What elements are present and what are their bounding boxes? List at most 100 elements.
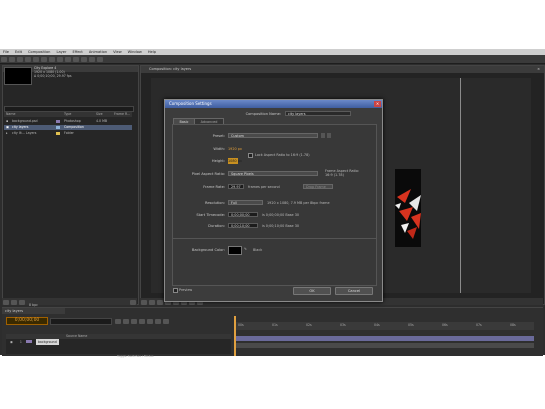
drop-frame-dropdown[interactable]: Drop Frame bbox=[303, 184, 333, 189]
save-preset-icon[interactable] bbox=[321, 133, 325, 138]
rotate-tool-icon[interactable] bbox=[25, 56, 31, 62]
lock-aspect-label: Lock Aspect Ratio to 16:9 (1.78) bbox=[255, 153, 310, 157]
frame-blending-icon[interactable] bbox=[139, 318, 145, 324]
start-timecode-label: Start Timecode: bbox=[196, 213, 225, 217]
folder-icon: ▸ bbox=[6, 131, 8, 135]
layer-row[interactable]: ◉ 1 background bbox=[6, 339, 231, 345]
brush-tool-icon[interactable] bbox=[73, 56, 79, 62]
column-size[interactable]: Size bbox=[96, 112, 103, 117]
layer-label-swatch[interactable] bbox=[25, 340, 32, 343]
row-type: Photoshop bbox=[64, 119, 81, 123]
guide-line[interactable] bbox=[460, 78, 461, 293]
camera-tool-icon[interactable] bbox=[33, 56, 39, 62]
eraser-tool-icon[interactable] bbox=[89, 56, 95, 62]
project-row[interactable]: ▣ city layers Composition bbox=[4, 125, 132, 130]
resolution-label: Resolution: bbox=[205, 201, 225, 205]
preset-dropdown[interactable]: Custom bbox=[228, 133, 318, 138]
magnification-icon[interactable] bbox=[141, 299, 147, 305]
pixel-aspect-label: Pixel Aspect Ratio: bbox=[191, 172, 225, 176]
shy-layers-icon[interactable] bbox=[131, 318, 137, 324]
ruler-tick: 02s bbox=[306, 323, 312, 327]
text-tool-icon[interactable] bbox=[65, 56, 71, 62]
puppet-tool-icon[interactable] bbox=[97, 56, 103, 62]
comp-name-label: Composition Name: bbox=[245, 112, 281, 116]
interpret-footage-icon[interactable] bbox=[3, 299, 9, 305]
height-value[interactable]: 1080 px bbox=[228, 159, 242, 163]
frame-rate-field[interactable]: 29.97 bbox=[228, 184, 244, 189]
toggle-switches-modes[interactable]: Toggle Switches / Modes bbox=[117, 354, 154, 358]
pan-behind-tool-icon[interactable] bbox=[41, 56, 47, 62]
start-timecode-field[interactable]: 0;00;00;00 bbox=[228, 212, 258, 217]
preview-checkbox[interactable] bbox=[173, 288, 178, 293]
project-row[interactable]: ▸ city lit... Layers Folder bbox=[4, 131, 132, 136]
draft-3d-icon[interactable] bbox=[123, 318, 129, 324]
comp-name-field[interactable]: city layers bbox=[285, 111, 351, 116]
basic-settings-panel: Preset: Custom Width: 1920 px Lock Aspec… bbox=[172, 124, 377, 286]
timeline-tab[interactable]: city layers bbox=[2, 308, 65, 314]
eyedropper-icon[interactable]: ✎ bbox=[244, 247, 247, 251]
timeline-switches bbox=[114, 317, 170, 326]
label-color-swatch[interactable] bbox=[56, 132, 60, 135]
composition-tab[interactable]: Composition: city layers bbox=[141, 67, 191, 71]
work-area-bar[interactable] bbox=[234, 336, 534, 341]
pen-tool-icon[interactable] bbox=[57, 56, 63, 62]
mask-tool-icon[interactable] bbox=[49, 56, 55, 62]
new-composition-icon[interactable] bbox=[19, 299, 25, 305]
visibility-icon[interactable]: ◉ bbox=[10, 340, 13, 344]
current-time-indicator[interactable] bbox=[234, 316, 236, 356]
label-color-swatch[interactable] bbox=[56, 120, 60, 123]
layer-duration-bar[interactable] bbox=[234, 343, 534, 348]
column-type[interactable]: Type bbox=[64, 112, 71, 117]
row-size: 4.0 MB bbox=[96, 119, 108, 123]
graph-editor-icon[interactable] bbox=[163, 318, 169, 324]
row-name: city layers bbox=[12, 125, 29, 129]
motion-blur-icon[interactable] bbox=[147, 318, 153, 324]
comp-mini-flowchart-icon[interactable] bbox=[115, 318, 121, 324]
viewer-tab-bar: Composition: city layers × bbox=[141, 66, 544, 73]
selection-tool-icon[interactable] bbox=[1, 56, 7, 62]
ruler-tick: 03s bbox=[340, 323, 346, 327]
label-color-swatch[interactable] bbox=[56, 126, 60, 129]
resolution-info: 1920 x 1080, 7.9 MB per 8bpc frame bbox=[267, 201, 330, 205]
duration-info: is 0;00;10;00 Base 30 bbox=[262, 224, 300, 228]
ruler-tick: 00s bbox=[238, 323, 244, 327]
duration-field[interactable]: 0;00;10;00 bbox=[228, 223, 258, 228]
row-name: city lit... Layers bbox=[12, 131, 37, 135]
ruler-tick: 04s bbox=[374, 323, 380, 327]
background-color-swatch[interactable] bbox=[228, 246, 242, 255]
cancel-button[interactable]: Cancel bbox=[335, 287, 373, 295]
resolution-dropdown[interactable]: Full bbox=[228, 200, 263, 205]
trash-icon[interactable] bbox=[130, 299, 136, 305]
preset-label: Preset: bbox=[212, 134, 225, 138]
timeline-search-input[interactable] bbox=[50, 318, 112, 325]
brainstorm-icon[interactable] bbox=[155, 318, 161, 324]
close-icon[interactable]: × bbox=[537, 66, 540, 73]
delete-preset-icon[interactable] bbox=[327, 133, 331, 138]
layer-list: Source Name ◉ 1 background bbox=[6, 334, 231, 354]
dialog-title-bar[interactable]: Composition Settings bbox=[165, 100, 382, 108]
ok-button[interactable]: OK bbox=[293, 287, 331, 295]
item-duration: Δ 0;00;10;00, 29.97 fps bbox=[34, 74, 72, 78]
timeline-panel: city layers 0;00;00;00 Source Name ◉ 1 b… bbox=[2, 307, 543, 358]
project-row[interactable]: ▪ background.psd Photoshop 4.0 MB bbox=[4, 119, 132, 124]
ruler-tick: 05s bbox=[408, 323, 414, 327]
close-icon[interactable]: × bbox=[374, 101, 381, 107]
width-value[interactable]: 1920 px bbox=[228, 147, 242, 151]
source-name-column[interactable]: Source Name bbox=[66, 334, 87, 338]
current-time-display[interactable]: 0;00;00;00 bbox=[6, 317, 48, 325]
safe-margins-icon[interactable] bbox=[149, 299, 155, 305]
pixel-aspect-dropdown[interactable]: Square Pixels bbox=[228, 171, 318, 176]
lock-aspect-checkbox[interactable] bbox=[248, 153, 253, 158]
artwork-graphic bbox=[395, 169, 421, 247]
column-name[interactable]: Name bbox=[6, 112, 15, 117]
time-ruler[interactable]: 00s 01s 02s 03s 04s 05s 06s 07s 08s bbox=[234, 322, 534, 330]
layer-name[interactable]: background bbox=[35, 339, 59, 345]
zoom-tool-icon[interactable] bbox=[17, 56, 23, 62]
new-folder-icon[interactable] bbox=[11, 299, 17, 305]
column-framerate[interactable]: Frame R... bbox=[114, 112, 130, 117]
row-name: background.psd bbox=[12, 119, 38, 123]
snapshot-icon[interactable] bbox=[157, 299, 163, 305]
clone-tool-icon[interactable] bbox=[81, 56, 87, 62]
photoshop-file-icon: ▪ bbox=[6, 119, 9, 123]
hand-tool-icon[interactable] bbox=[9, 56, 15, 62]
